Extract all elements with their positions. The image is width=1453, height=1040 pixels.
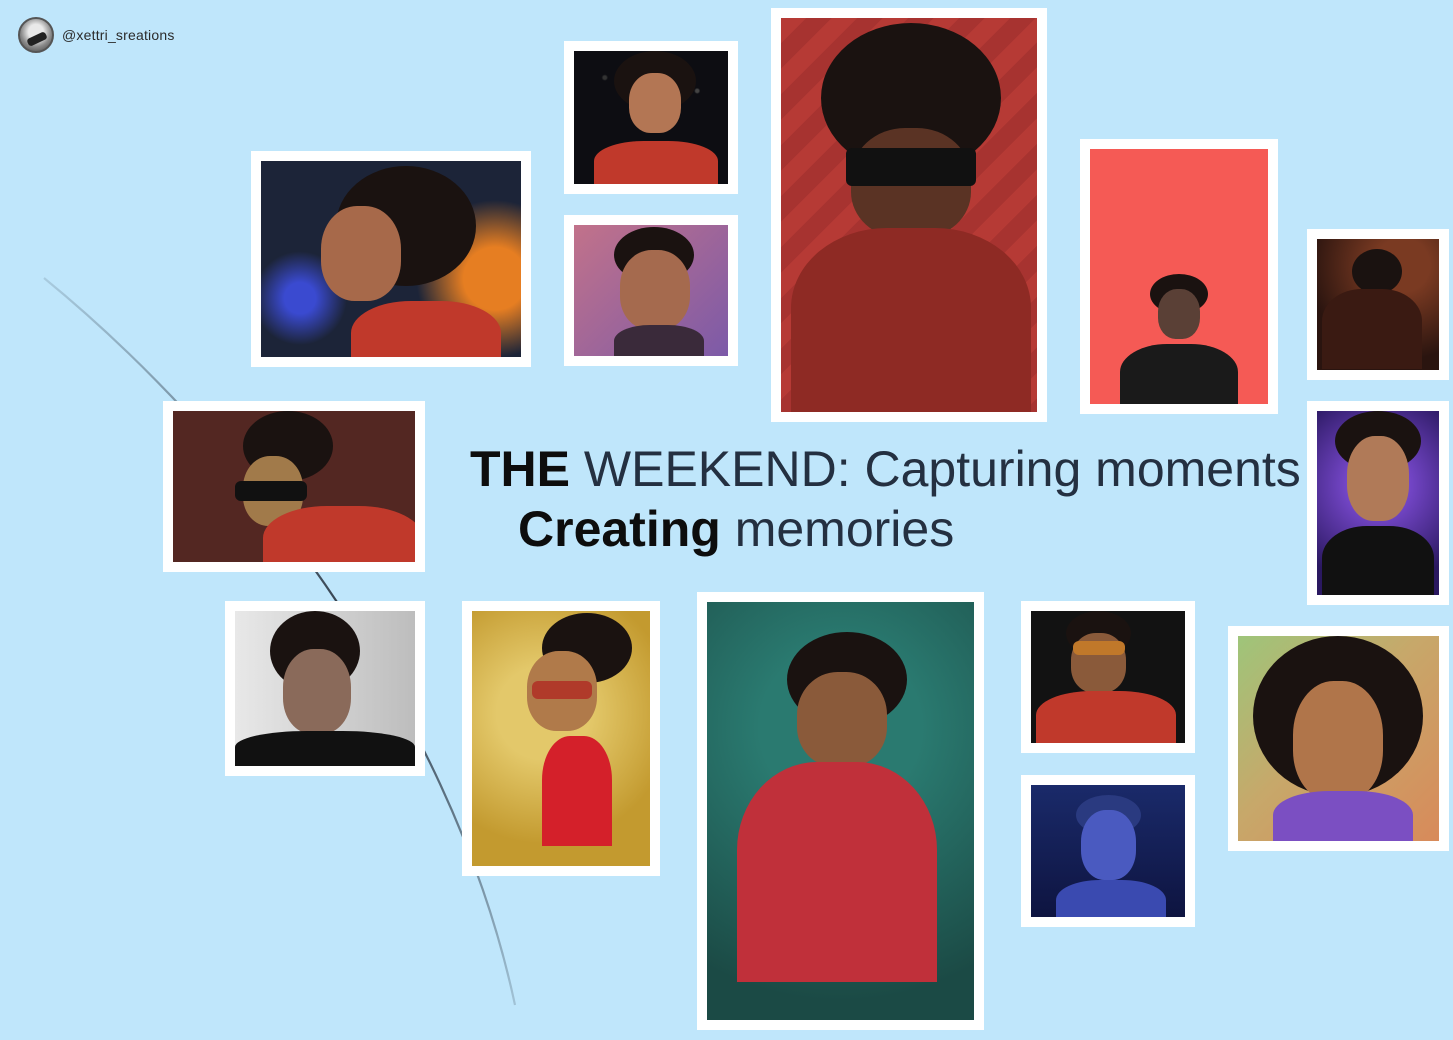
artwork-image: [261, 161, 521, 357]
artwork-glitter-glasses[interactable]: [163, 401, 425, 572]
handle-text: @xettri_sreations: [62, 27, 175, 43]
headline-line-1: THE WEEKEND: Capturing moments: [470, 440, 1301, 498]
artwork-galaxy-suit[interactable]: [1307, 401, 1449, 605]
artwork-image: [1238, 636, 1439, 841]
artwork-3d-purple[interactable]: [1228, 626, 1449, 851]
artwork-sunglasses-red[interactable]: [771, 8, 1047, 422]
artwork-smoking-space[interactable]: [564, 41, 738, 194]
headline-line-2: Creating memories: [518, 500, 954, 558]
user-avatar-icon: [18, 17, 54, 53]
artwork-image: [1317, 411, 1439, 595]
artwork-image: [472, 611, 650, 866]
artwork-caricature-mic[interactable]: [462, 601, 660, 876]
artwork-profile-side[interactable]: [251, 151, 531, 367]
artwork-image: [173, 411, 415, 562]
artwork-cartoon-pink[interactable]: [564, 215, 738, 366]
headline-memories: memories: [734, 501, 955, 557]
artwork-image: [574, 51, 728, 184]
artwork-blue-night[interactable]: [1021, 775, 1195, 927]
headline-creating: Creating: [518, 501, 721, 557]
artwork-image: [781, 18, 1037, 412]
artwork-teal-stage[interactable]: [697, 592, 984, 1030]
headline-the: THE: [470, 441, 570, 497]
artwork-image: [574, 225, 728, 356]
artwork-coral-poster[interactable]: [1080, 139, 1278, 414]
artwork-bw-sketch[interactable]: [225, 601, 425, 776]
artwork-image: [1031, 611, 1185, 743]
artwork-image: [235, 611, 415, 766]
artwork-image: [707, 602, 974, 1020]
artwork-dark-dance[interactable]: [1307, 229, 1449, 380]
artwork-image: [1090, 149, 1268, 404]
artwork-image: [1031, 785, 1185, 917]
artwork-image: [1317, 239, 1439, 370]
artwork-smoke-dark[interactable]: [1021, 601, 1195, 753]
creator-handle[interactable]: @xettri_sreations: [18, 17, 175, 53]
headline-weekend: WEEKEND: Capturing moments: [583, 441, 1301, 497]
